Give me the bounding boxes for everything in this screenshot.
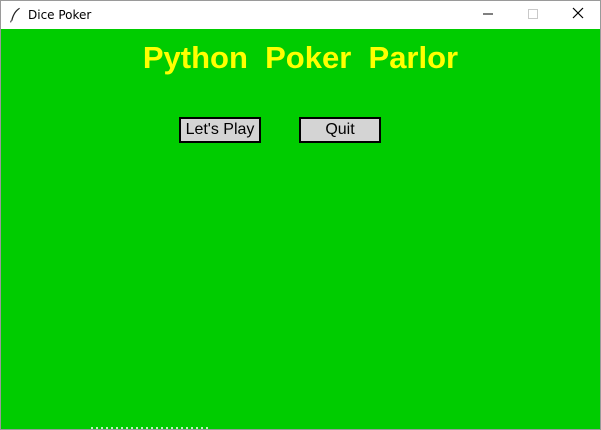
bottom-edge-artifact	[91, 427, 211, 429]
lets-play-button[interactable]: Let's Play	[179, 117, 261, 143]
page-title: Python Poker Parlor	[142, 40, 459, 75]
window-controls	[465, 1, 600, 29]
maximize-button[interactable]	[510, 1, 555, 29]
minimize-icon	[482, 6, 493, 24]
poker-table-canvas: Python Poker Parlor Let's Play Quit	[1, 29, 600, 429]
window-title: Dice Poker	[28, 8, 92, 22]
quit-button[interactable]: Quit	[299, 117, 381, 143]
maximize-icon	[527, 6, 538, 24]
minimize-button[interactable]	[465, 1, 510, 29]
feather-icon	[8, 7, 22, 23]
app-window: Dice Poker Python Poker Parlor Let's Pla…	[0, 0, 601, 430]
title-bar[interactable]: Dice Poker	[1, 1, 600, 29]
close-button[interactable]	[555, 1, 600, 29]
close-icon	[572, 6, 584, 24]
